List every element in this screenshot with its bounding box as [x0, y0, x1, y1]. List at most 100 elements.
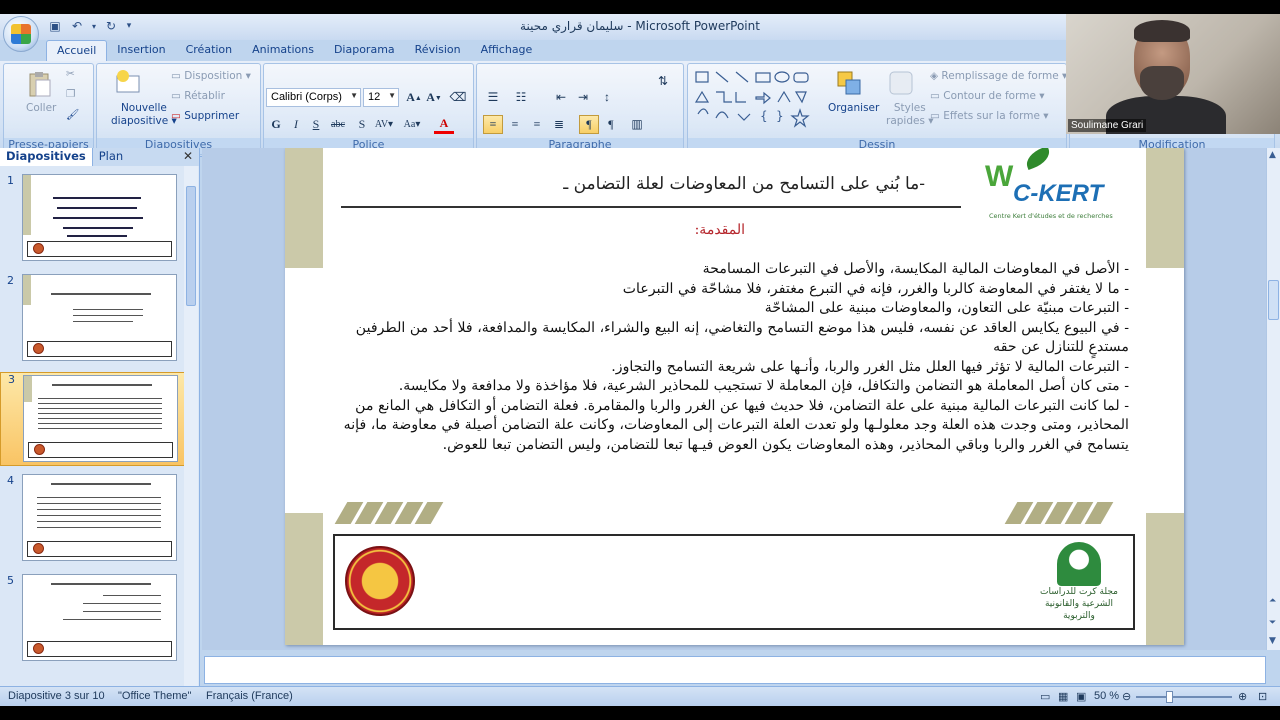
journal-emblem-icon [1057, 542, 1101, 586]
decrease-indent-icon[interactable]: ⇤ [551, 88, 571, 107]
rapides-label: rapides [886, 115, 925, 127]
zoom-in-icon[interactable]: ⊕ [1238, 690, 1247, 703]
increase-indent-icon[interactable]: ⇥ [573, 88, 593, 107]
thumb-line [38, 418, 162, 419]
fit-window-icon[interactable]: ⊡ [1258, 690, 1267, 703]
close-icon[interactable]: ✕ [183, 149, 193, 163]
tab-creation[interactable]: Création [176, 40, 243, 62]
coller-button[interactable]: Coller [26, 102, 56, 114]
slide-footer: مجلة كرت للدراسات الشرعية والقانونية وال… [333, 534, 1135, 630]
slide-thumbnail-3[interactable]: 3 [0, 372, 186, 466]
thumb-line [38, 403, 162, 404]
scroll-down-icon[interactable]: ▼ [1269, 636, 1276, 646]
current-slide[interactable]: W C-KERT Centre Kert d'études et de rech… [285, 148, 1184, 645]
underline-icon[interactable]: S [306, 115, 326, 134]
bullets-icon[interactable]: ☰ [483, 88, 503, 107]
slide-thumbnail-2[interactable]: 2 [0, 274, 186, 364]
tab-revision[interactable]: Révision [405, 40, 471, 62]
zoom-level[interactable]: 50 % [1094, 690, 1119, 702]
scroll-up-icon[interactable]: ▲ [1269, 150, 1276, 160]
effets-button[interactable]: ▭ Effets sur la forme ▾ [930, 110, 1049, 122]
slide-thumbnail-5[interactable]: 5 [0, 574, 186, 664]
slide-body-text[interactable]: - الأصل في المعاوضات المالية المكايسة، و… [315, 260, 1129, 455]
cut-icon[interactable]: ✂ [66, 68, 75, 80]
disposition-button[interactable]: ▭ Disposition ▾ [171, 70, 251, 82]
language[interactable]: Français (France) [206, 690, 293, 702]
bold-icon[interactable]: G [266, 115, 286, 134]
line-spacing-icon[interactable]: ↕ [597, 88, 617, 107]
slide-preview [23, 375, 178, 462]
numbering-icon[interactable]: ☷ [511, 88, 531, 107]
vertical-scrollbar[interactable]: ▲ ⏶ ⏷ ▼ [1266, 148, 1280, 650]
decor-stripes-left [334, 502, 444, 524]
webcam-person-hair [1134, 20, 1190, 42]
rtl-icon[interactable]: ¶ [579, 115, 599, 134]
columns-icon[interactable]: ▥ [627, 115, 647, 134]
slide-thumbnail-1[interactable]: 1 [0, 174, 186, 264]
slide-thumbnail-4[interactable]: 4 [0, 474, 186, 564]
styles-rapides-icon[interactable] [886, 68, 916, 98]
tab-affichage[interactable]: Affichage [471, 40, 543, 62]
notes-pane[interactable] [204, 656, 1266, 684]
group-police: Calibri (Corps) ▼ 12 ▼ A ▲ A ▼ ⌫ G I S abc S… [263, 63, 474, 155]
align-center-icon[interactable]: ≡ [505, 115, 525, 134]
slideshow-view-icon[interactable]: ▣ [1076, 690, 1086, 703]
tab-accueil[interactable]: Accueil [46, 40, 108, 62]
slide-edit-area: W C-KERT Centre Kert d'études et de rech… [202, 148, 1266, 650]
tab-diapositives[interactable]: Diapositives [0, 148, 93, 166]
zoom-out-icon[interactable]: ⊖ [1122, 690, 1131, 703]
intro-heading[interactable]: المقدمة: [585, 222, 745, 238]
align-left-icon[interactable]: ≡ [483, 115, 503, 134]
organiser-button[interactable]: Organiser [828, 102, 879, 114]
thumb-line [63, 227, 133, 229]
thumb-line [73, 321, 133, 322]
thumb-footer [27, 341, 172, 357]
slide-title[interactable]: -ما بُني على التسامح من المعاوضات لعلة ا… [345, 174, 925, 194]
prev-slide-icon[interactable]: ⏶ [1269, 596, 1276, 606]
copy-icon[interactable]: ❐ [66, 88, 75, 100]
scrollbar-thumb[interactable] [186, 186, 196, 306]
zoom-slider[interactable] [1136, 696, 1232, 698]
nouvelle-diapositive-button[interactable]: Nouvelle diapositive ▾ [111, 102, 177, 128]
font-family-select[interactable]: Calibri (Corps) ▼ [266, 88, 361, 107]
slide-side-decor [285, 148, 323, 268]
thumb-seal-icon [33, 543, 44, 554]
font-size-select[interactable]: 12 ▼ [363, 88, 399, 107]
office-button[interactable] [3, 16, 39, 52]
ltr-icon[interactable]: ¶ [601, 115, 621, 134]
clear-format-icon[interactable]: ⌫ [448, 88, 468, 107]
justify-icon[interactable]: ≣ [549, 115, 569, 134]
shadow-icon[interactable]: S [352, 115, 372, 134]
shrink-font-icon[interactable]: A ▼ [424, 88, 444, 107]
new-slide-icon[interactable] [113, 68, 143, 98]
remplissage-button[interactable]: ◈ Remplissage de forme ▾ [930, 70, 1067, 82]
tab-insertion[interactable]: Insertion [107, 40, 175, 62]
tab-diaporama[interactable]: Diaporama [324, 40, 405, 62]
font-color-icon[interactable]: A [434, 115, 454, 134]
shapes-gallery[interactable]: {} [694, 70, 816, 134]
align-right-icon[interactable]: ≡ [527, 115, 547, 134]
zoom-slider-thumb[interactable] [1165, 691, 1173, 703]
next-slide-icon[interactable]: ⏷ [1269, 618, 1276, 628]
styles-rapides-button[interactable]: Styles rapides ▾ [886, 102, 934, 128]
italic-icon[interactable]: I [286, 115, 306, 134]
organiser-icon[interactable] [834, 68, 864, 98]
change-case-icon[interactable]: Aa▾ [402, 115, 422, 134]
tab-animations[interactable]: Animations [242, 40, 324, 62]
paste-icon[interactable] [24, 70, 54, 100]
journal-logo: مجلة كرت للدراسات الشرعية والقانونية وال… [1029, 538, 1129, 628]
grow-font-icon[interactable]: A ▲ [404, 88, 424, 107]
tab-plan[interactable]: Plan [93, 148, 129, 166]
scrollbar-thumb[interactable] [1268, 280, 1279, 320]
contour-button[interactable]: ▭ Contour de forme ▾ [930, 90, 1045, 102]
sorter-view-icon[interactable]: ▦ [1058, 690, 1068, 703]
strikethrough-icon[interactable]: abc [328, 115, 348, 134]
format-painter-icon[interactable]: 🖌 [66, 108, 79, 121]
thumb-line [37, 497, 161, 498]
text-direction-icon[interactable]: ⇅ [653, 72, 673, 91]
slides-panel-scrollbar[interactable] [184, 166, 198, 690]
retablir-button[interactable]: ▭ Rétablir [171, 90, 225, 102]
char-spacing-icon[interactable]: AV▾ [374, 115, 394, 134]
supprimer-button[interactable]: ▭ Supprimer [171, 110, 239, 122]
normal-view-icon[interactable]: ▭ [1040, 690, 1050, 703]
